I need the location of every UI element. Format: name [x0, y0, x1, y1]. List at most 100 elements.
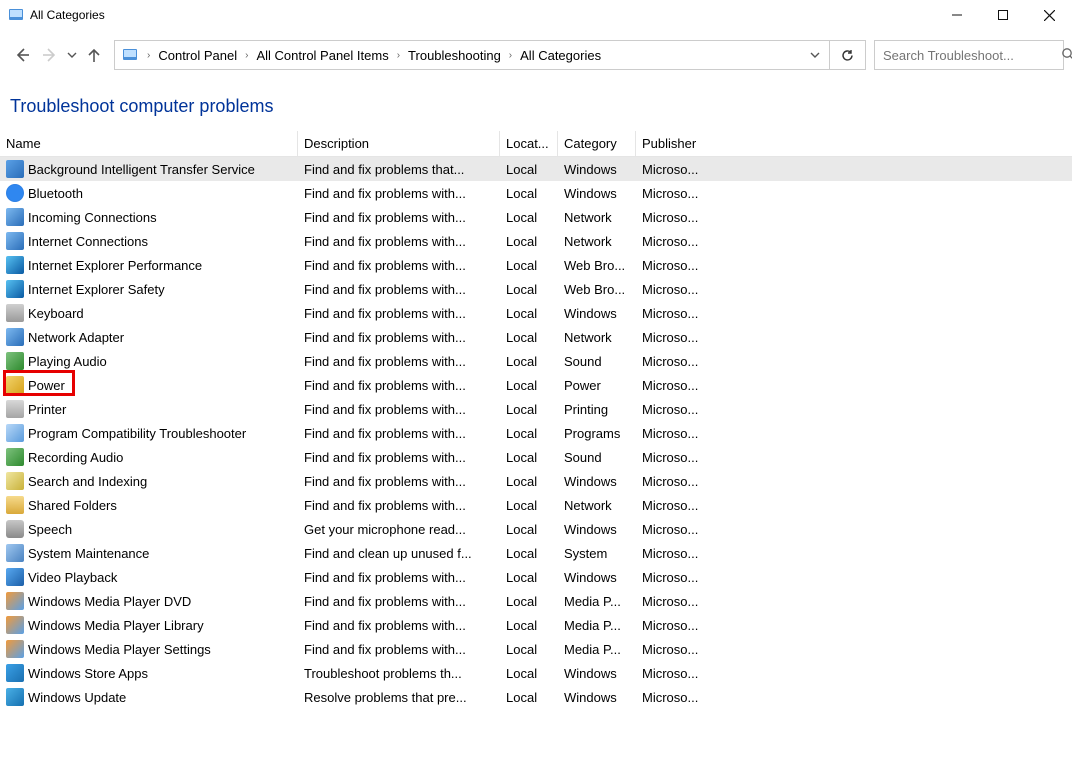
cell-location: Local	[500, 354, 558, 369]
cell-category: Sound	[558, 450, 636, 465]
cell-location: Local	[500, 666, 558, 681]
troubleshooter-name: Recording Audio	[28, 450, 123, 465]
search-input[interactable]	[881, 47, 1061, 64]
cell-name: Internet Explorer Safety	[6, 280, 298, 298]
cell-publisher: Microso...	[636, 378, 710, 393]
column-publisher[interactable]: Publisher	[636, 131, 710, 156]
cell-publisher: Microso...	[636, 330, 710, 345]
breadcrumb-segment[interactable]: All Categories	[518, 48, 603, 63]
cell-description: Find and fix problems with...	[298, 570, 500, 585]
cell-description: Find and fix problems with...	[298, 426, 500, 441]
cell-name: Keyboard	[6, 304, 298, 322]
cell-publisher: Microso...	[636, 594, 710, 609]
chevron-right-icon[interactable]: ›	[239, 50, 254, 61]
table-row[interactable]: Playing AudioFind and fix problems with.…	[0, 349, 1072, 373]
back-button[interactable]	[8, 41, 36, 69]
cell-description: Find and fix problems with...	[298, 402, 500, 417]
column-location[interactable]: Locat...	[500, 131, 558, 156]
table-row[interactable]: Shared FoldersFind and fix problems with…	[0, 493, 1072, 517]
troubleshooter-name: Printer	[28, 402, 66, 417]
chevron-right-icon[interactable]: ›	[391, 50, 406, 61]
cell-description: Troubleshoot problems th...	[298, 666, 500, 681]
cell-category: Network	[558, 330, 636, 345]
cell-location: Local	[500, 426, 558, 441]
table-row[interactable]: Windows Media Player SettingsFind and fi…	[0, 637, 1072, 661]
cell-location: Local	[500, 546, 558, 561]
cell-name: Incoming Connections	[6, 208, 298, 226]
troubleshooter-icon	[6, 184, 24, 202]
table-row[interactable]: Internet Explorer PerformanceFind and fi…	[0, 253, 1072, 277]
cell-description: Find and fix problems with...	[298, 450, 500, 465]
cell-description: Find and fix problems with...	[298, 354, 500, 369]
cell-location: Local	[500, 210, 558, 225]
table-row[interactable]: Windows Store AppsTroubleshoot problems …	[0, 661, 1072, 685]
address-history-dropdown[interactable]	[801, 41, 829, 69]
table-row[interactable]: Search and IndexingFind and fix problems…	[0, 469, 1072, 493]
cell-location: Local	[500, 282, 558, 297]
cell-name: Printer	[6, 400, 298, 418]
troubleshooter-name: Power	[28, 378, 65, 393]
table-row[interactable]: System MaintenanceFind and clean up unus…	[0, 541, 1072, 565]
cell-location: Local	[500, 522, 558, 537]
cell-name: Internet Explorer Performance	[6, 256, 298, 274]
cell-publisher: Microso...	[636, 642, 710, 657]
minimize-button[interactable]	[934, 0, 980, 30]
cell-category: Power	[558, 378, 636, 393]
table-row[interactable]: PowerFind and fix problems with...LocalP…	[0, 373, 1072, 397]
cell-publisher: Microso...	[636, 162, 710, 177]
breadcrumb-segment[interactable]: Control Panel	[156, 48, 239, 63]
cell-location: Local	[500, 594, 558, 609]
cell-category: Web Bro...	[558, 258, 636, 273]
table-row[interactable]: Internet ConnectionsFind and fix problem…	[0, 229, 1072, 253]
up-button[interactable]	[80, 41, 108, 69]
table-row[interactable]: BluetoothFind and fix problems with...Lo…	[0, 181, 1072, 205]
breadcrumb-segment[interactable]: All Control Panel Items	[254, 48, 390, 63]
table-row[interactable]: Windows Media Player DVDFind and fix pro…	[0, 589, 1072, 613]
column-category[interactable]: Category	[558, 131, 636, 156]
troubleshooter-name: Search and Indexing	[28, 474, 147, 489]
troubleshooter-icon	[6, 448, 24, 466]
table-row[interactable]: Internet Explorer SafetyFind and fix pro…	[0, 277, 1072, 301]
troubleshooter-icon	[6, 160, 24, 178]
cell-description: Find and fix problems with...	[298, 186, 500, 201]
table-row[interactable]: Background Intelligent Transfer ServiceF…	[0, 157, 1072, 181]
refresh-button[interactable]	[830, 40, 866, 70]
troubleshooter-name: Windows Media Player DVD	[28, 594, 191, 609]
table-row[interactable]: Network AdapterFind and fix problems wit…	[0, 325, 1072, 349]
search-icon[interactable]	[1061, 47, 1072, 64]
cell-category: Windows	[558, 666, 636, 681]
table-row[interactable]: Incoming ConnectionsFind and fix problem…	[0, 205, 1072, 229]
table-row[interactable]: PrinterFind and fix problems with...Loca…	[0, 397, 1072, 421]
close-button[interactable]	[1026, 0, 1072, 30]
column-name[interactable]: Name	[6, 131, 298, 156]
table-row[interactable]: Program Compatibility TroubleshooterFind…	[0, 421, 1072, 445]
maximize-button[interactable]	[980, 0, 1026, 30]
table-row[interactable]: KeyboardFind and fix problems with...Loc…	[0, 301, 1072, 325]
column-headers: Name Description Locat... Category Publi…	[0, 131, 1072, 157]
cell-location: Local	[500, 450, 558, 465]
table-row[interactable]: SpeechGet your microphone read...LocalWi…	[0, 517, 1072, 541]
column-description[interactable]: Description	[298, 131, 500, 156]
breadcrumb-segment[interactable]: Troubleshooting	[406, 48, 503, 63]
cell-name: Recording Audio	[6, 448, 298, 466]
troubleshooter-name: Internet Explorer Performance	[28, 258, 202, 273]
recent-dropdown[interactable]	[64, 41, 80, 69]
table-row[interactable]: Recording Audio Find and fix problems wit…	[0, 445, 1072, 469]
addressbar[interactable]: › Control Panel › All Control Panel Item…	[114, 40, 830, 70]
cell-category: Network	[558, 234, 636, 249]
search-box[interactable]	[874, 40, 1064, 70]
cell-location: Local	[500, 498, 558, 513]
troubleshooter-name: Video Playback	[28, 570, 117, 585]
table-row[interactable]: Windows Media Player LibraryFind and fix…	[0, 613, 1072, 637]
table-row[interactable]: Video Playback Find and fix problems with…	[0, 565, 1072, 589]
table-row[interactable]: Windows UpdateResolve problems that pre.…	[0, 685, 1072, 709]
cell-location: Local	[500, 642, 558, 657]
cell-category: Programs	[558, 426, 636, 441]
cell-description: Find and fix problems with...	[298, 618, 500, 633]
troubleshooter-icon	[6, 592, 24, 610]
cell-location: Local	[500, 306, 558, 321]
chevron-right-icon[interactable]: ›	[503, 50, 518, 61]
forward-button[interactable]	[36, 41, 64, 69]
chevron-right-icon[interactable]: ›	[141, 50, 156, 61]
troubleshooter-icon	[6, 568, 24, 586]
